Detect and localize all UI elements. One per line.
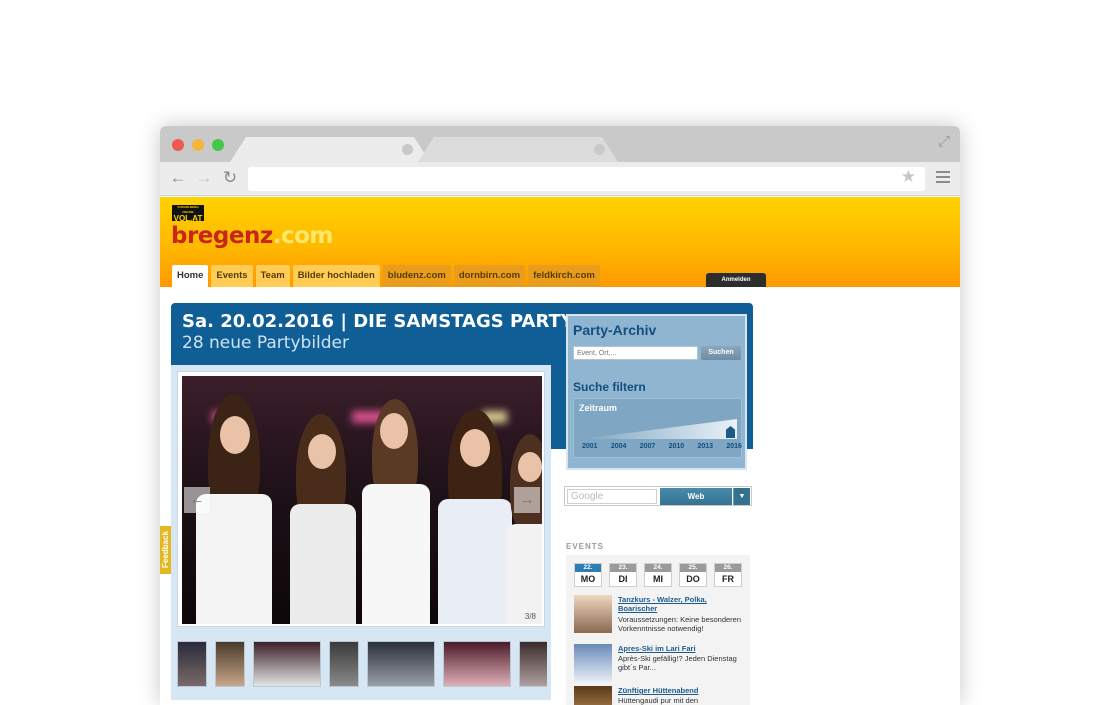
day-weekday: FR (722, 574, 734, 584)
day-number: 22. (575, 564, 601, 572)
vol-logo[interactable]: VORARLBERG ONLINE VOL.AT (172, 205, 204, 223)
event-item: Apres-Ski im Lari Fari Après-Ski gefälli… (574, 644, 748, 684)
day-weekday: MI (653, 574, 663, 584)
day-number: 26. (715, 564, 741, 572)
forward-arrow-icon[interactable]: → (194, 168, 214, 188)
photo-gallery: ← → 3/8 (171, 365, 551, 700)
day-tab-di[interactable]: 23. DI (609, 563, 637, 587)
event-link[interactable]: Tanzkurs - Walzer, Polka, Boarischer (618, 595, 748, 613)
nav-bludenz[interactable]: bludenz.com (382, 265, 451, 287)
party-photo[interactable]: ← → 3/8 (182, 376, 542, 624)
archive-title: Party-Archiv (573, 322, 657, 338)
event-description: Après-Ski gefällig!? Jeden Dienstag gibt… (618, 654, 737, 672)
google-web-button[interactable]: Web (660, 488, 732, 505)
event-subtitle: 28 neue Partybilder (182, 333, 350, 353)
archive-search-input[interactable] (573, 346, 698, 360)
day-weekday: DI (618, 574, 628, 584)
day-selector: 22. MO 23. DI 24. MI 25. DO 26. FR (574, 563, 742, 587)
browser-toolbar: ← → ↻ ★ (160, 162, 960, 196)
browser-menu-icon[interactable] (936, 171, 950, 183)
day-number: 24. (645, 564, 671, 572)
filter-title: Suche filtern (573, 380, 646, 394)
event-title: Sa. 20.02.2016 | DIE SAMSTAGS PARTY (182, 311, 574, 332)
day-tab-fr[interactable]: 26. FR (714, 563, 742, 587)
tab-close-icon[interactable] (594, 144, 605, 155)
photo-thumbnail[interactable] (443, 641, 511, 687)
event-link[interactable]: Zünftiger Hüttenabend (618, 686, 748, 695)
tab-strip: ⤢ (160, 126, 960, 162)
thumbnail-strip (177, 641, 547, 689)
nav-dornbirn[interactable]: dornbirn.com (453, 265, 526, 287)
browser-window: ⤢ ← → ↻ ★ VORARLBERG ONLINE VOL.AT brege… (160, 126, 960, 705)
event-thumbnail[interactable] (574, 644, 612, 682)
timerange-filter: Zeitraum 2001 2004 2007 2010 2013 2016 (573, 398, 742, 458)
maximize-window-button[interactable] (212, 139, 224, 151)
google-search-bar: Google Web ▼ (564, 486, 752, 506)
next-photo-button[interactable]: → (514, 487, 540, 513)
fullscreen-icon[interactable]: ⤢ (936, 134, 952, 150)
back-arrow-icon[interactable]: ← (168, 168, 188, 188)
day-tab-mi[interactable]: 24. MI (644, 563, 672, 587)
close-window-button[interactable] (172, 139, 184, 151)
photo-thumbnail[interactable] (367, 641, 435, 687)
google-search-input[interactable]: Google (567, 489, 657, 504)
photo-frame: ← → 3/8 (177, 371, 545, 627)
party-archive-panel: Party-Archiv Suchen Suche filtern Zeitra… (566, 314, 747, 470)
photo-thumbnail[interactable] (177, 641, 207, 687)
day-weekday: DO (686, 574, 700, 584)
photo-thumbnail[interactable] (329, 641, 359, 687)
timerange-label: Zeitraum (579, 403, 618, 413)
address-bar[interactable] (248, 167, 925, 191)
day-number: 25. (680, 564, 706, 572)
tab-close-icon[interactable] (402, 144, 413, 155)
event-item: Zünftiger Hüttenabend Hüttengaudi pur mi… (574, 686, 748, 705)
reload-icon[interactable]: ↻ (220, 168, 240, 188)
event-link[interactable]: Apres-Ski im Lari Fari (618, 644, 748, 653)
login-button[interactable]: Anmelden (706, 273, 766, 287)
nav-feldkirch[interactable]: feldkirch.com (528, 265, 600, 287)
page-viewport: VORARLBERG ONLINE VOL.AT bregenz.com Hom… (160, 197, 960, 705)
event-thumbnail[interactable] (574, 686, 612, 705)
brand-name: bregenz (171, 223, 273, 249)
vol-logo-text: VOL.AT (173, 214, 203, 223)
bookmark-star-icon[interactable]: ★ (901, 167, 916, 187)
year-label: 2016 (726, 443, 742, 450)
nav-home[interactable]: Home (172, 265, 209, 287)
day-weekday: MO (580, 574, 596, 584)
events-heading: EVENTS (566, 542, 605, 551)
photo-thumbnail[interactable] (519, 641, 547, 687)
site-logo[interactable]: bregenz.com (171, 223, 333, 249)
photo-thumbnail[interactable] (215, 641, 245, 687)
timerange-years: 2001 2004 2007 2010 2013 2016 (582, 443, 742, 450)
nav-upload-photos[interactable]: Bilder hochladen (292, 265, 380, 287)
nav-events[interactable]: Events (211, 265, 253, 287)
day-tab-do[interactable]: 25. DO (679, 563, 707, 587)
main-nav: Home Events Team Bilder hochladen bluden… (172, 265, 600, 287)
events-panel: 22. MO 23. DI 24. MI 25. DO 26. FR Tanzkurs -… (566, 555, 750, 705)
year-label: 2004 (610, 443, 627, 450)
nav-team[interactable]: Team (255, 265, 290, 287)
chevron-down-icon[interactable]: ▼ (733, 488, 750, 505)
photo-counter: 3/8 (520, 611, 540, 622)
event-item: Tanzkurs - Walzer, Polka, Boarischer Vor… (574, 595, 748, 635)
day-number: 23. (610, 564, 636, 572)
year-label: 2001 (582, 443, 598, 450)
day-tab-mo[interactable]: 22. MO (574, 563, 602, 587)
minimize-window-button[interactable] (192, 139, 204, 151)
photo-thumbnail[interactable] (253, 641, 321, 687)
event-description: Hüttengaudi pur mit den (618, 696, 699, 705)
year-label: 2007 (639, 443, 656, 450)
previous-photo-button[interactable]: ← (184, 487, 210, 513)
timerange-slider-track[interactable] (582, 419, 737, 439)
year-label: 2013 (697, 443, 714, 450)
site-header: VORARLBERG ONLINE VOL.AT bregenz.com Hom… (160, 197, 960, 287)
browser-tab-inactive[interactable] (418, 137, 618, 162)
event-thumbnail[interactable] (574, 595, 612, 633)
event-description: Voraussetzungen: Keine besonderen Vorken… (618, 615, 742, 633)
browser-tab-active[interactable] (230, 137, 430, 162)
archive-search-button[interactable]: Suchen (701, 346, 741, 360)
year-label: 2010 (668, 443, 685, 450)
brand-suffix: .com (272, 223, 334, 249)
